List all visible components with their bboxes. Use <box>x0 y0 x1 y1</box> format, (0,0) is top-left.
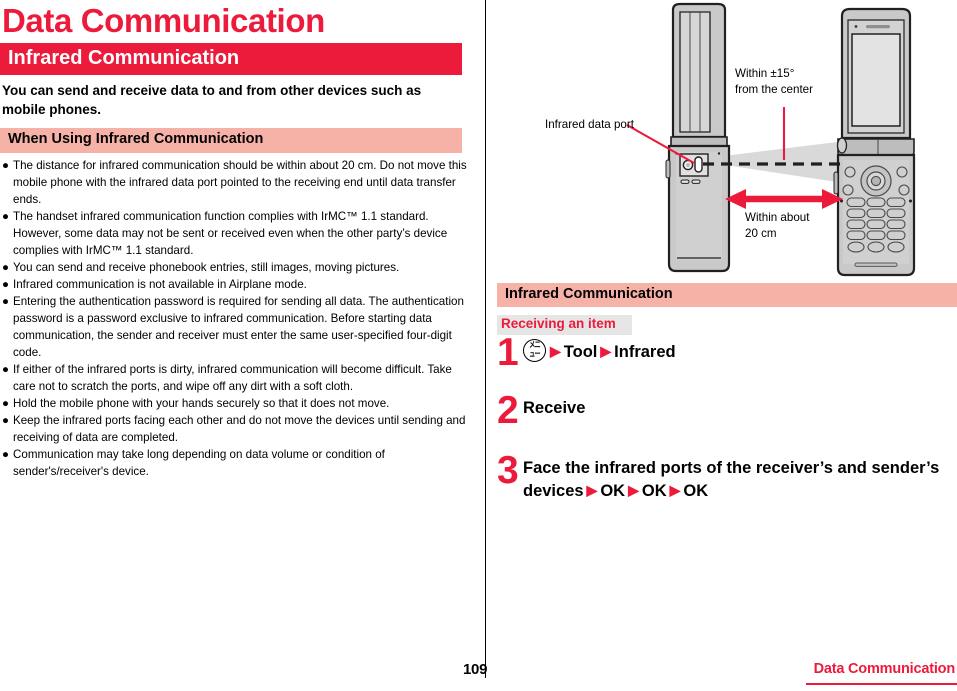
note-text: Communication may take long depending on… <box>13 448 385 479</box>
bullet-icon: ● <box>2 448 10 462</box>
step-number: 1 <box>497 330 519 374</box>
manual-page: Data Communication Infrared Communicatio… <box>0 0 957 691</box>
step-part[interactable]: OK <box>683 482 708 500</box>
lead-paragraph: You can send and receive data to and fro… <box>2 83 422 117</box>
note-item: ● Communication may take long depending o… <box>2 446 468 480</box>
arrow-icon: ▶ <box>550 342 561 359</box>
step-part[interactable]: OK <box>642 482 667 500</box>
bullet-icon: ● <box>2 414 10 428</box>
bullet-icon: ● <box>2 277 10 291</box>
bullet-icon: ● <box>2 158 10 172</box>
note-item: ● Infrared communication is not available… <box>2 276 468 293</box>
section-heading-infrared-communication-right: Infrared Communication <box>497 283 957 308</box>
bullet-icon: ● <box>2 260 10 274</box>
note-item: ● You can send and receive phonebook entr… <box>2 259 468 276</box>
note-item: ● The handset infrared communication func… <box>2 208 468 259</box>
arrow-icon: ▶ <box>669 482 681 498</box>
arrow-icon: ▶ <box>586 482 598 498</box>
step-part[interactable]: Tool <box>564 343 598 361</box>
column-divider <box>485 0 486 678</box>
step-body: メニュー ▶ Tool ▶ Infrared <box>523 337 957 364</box>
note-text: Entering the authentication password is … <box>13 294 464 359</box>
figure-label-distance-line2: 20 cm <box>745 227 777 240</box>
step-1: 1 メニュー ▶ Tool ▶ Infrared <box>497 330 957 375</box>
procedure-steps: 1 メニュー ▶ Tool ▶ Infrared 2 Receive 3 Face the inf… <box>497 330 957 504</box>
step-part[interactable]: Receive <box>523 399 585 417</box>
note-text: Infrared communication is not available … <box>13 277 307 291</box>
infrared-usage-diagram: .body-fill { fill:#c9c9c9; stroke:#231f2… <box>497 0 957 283</box>
bullet-icon: ● <box>2 397 10 411</box>
figure-label-distance-line1: Within about <box>745 211 810 224</box>
note-text: Keep the infrared ports facing each othe… <box>13 414 466 445</box>
menu-key-glyph: メニュー <box>529 340 541 360</box>
page-title: Data Communication <box>2 2 325 39</box>
figure-label-angle-line2: from the center <box>735 83 813 96</box>
menu-key-icon[interactable]: メニュー <box>523 338 546 362</box>
step-2: 2 Receive <box>497 388 957 433</box>
footer-rule <box>806 683 957 686</box>
left-column: Data Communication Infrared Communicatio… <box>0 0 470 640</box>
note-text: The distance for infrared communication … <box>13 158 467 206</box>
note-text: The handset infrared communication funct… <box>13 209 448 257</box>
arrow-icon: ▶ <box>600 342 612 359</box>
step-body: Face the infrared ports of the receiver’… <box>523 455 957 504</box>
notes-list: ● The distance for infrared communication… <box>0 157 468 481</box>
note-item: ● The distance for infrared communication… <box>2 157 468 208</box>
note-text: You can send and receive phonebook entri… <box>13 260 400 274</box>
figure-label-angle-line1: Within ±15° <box>735 67 794 80</box>
note-item: ● Keep the infrared ports facing each oth… <box>2 412 468 446</box>
step-3: 3 Face the infrared ports of the receiver… <box>497 448 957 504</box>
step-number: 3 <box>497 448 519 492</box>
step-number: 2 <box>497 388 519 432</box>
note-item: ● Entering the authentication password is… <box>2 293 468 361</box>
arrow-icon: ▶ <box>628 482 639 498</box>
note-text: Hold the mobile phone with your hands se… <box>13 397 390 411</box>
note-item: ● If either of the infrared ports is dirt… <box>2 361 468 395</box>
footer-section-label: Data Communication <box>813 661 956 677</box>
section-heading-infrared-communication: Infrared Communication <box>0 43 462 75</box>
note-text: If either of the infrared ports is dirty… <box>13 363 452 394</box>
step-part[interactable]: OK <box>600 482 625 500</box>
subsection-heading-when-using: When Using Infrared Communication <box>0 128 462 153</box>
bullet-icon: ● <box>2 209 10 223</box>
bullet-icon: ● <box>2 294 10 308</box>
distance-arrow-icon <box>725 189 843 209</box>
figure-label-infrared-data-port: Infrared data port <box>545 118 635 131</box>
note-item: ● Hold the mobile phone with your hands s… <box>2 395 468 412</box>
bullet-icon: ● <box>2 363 10 377</box>
right-column: .body-fill { fill:#c9c9c9; stroke:#231f2… <box>497 0 957 640</box>
step-part[interactable]: Infrared <box>614 343 675 361</box>
page-number: 109 <box>463 661 488 678</box>
step-body: Receive <box>523 395 957 420</box>
